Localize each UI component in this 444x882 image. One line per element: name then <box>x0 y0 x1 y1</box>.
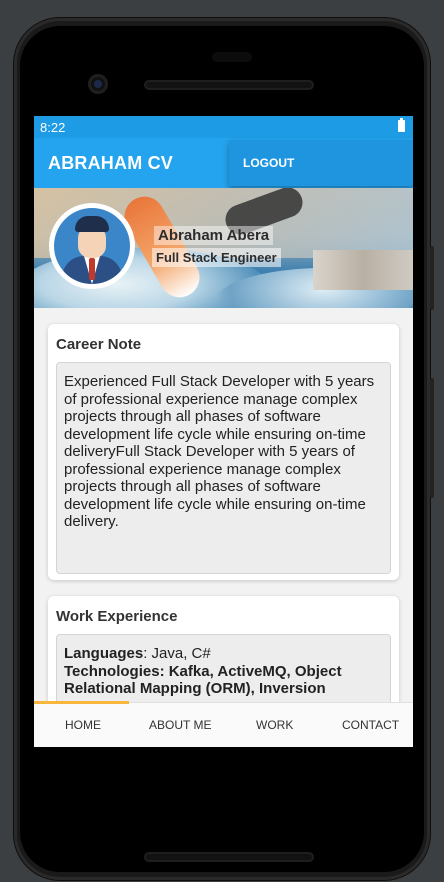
career-note-title: Career Note <box>56 336 142 353</box>
camera-icon <box>88 74 108 94</box>
status-time: 8:22 <box>40 120 66 135</box>
technologies-text: Technologies: Kafka, ActiveMQ, Object Re… <box>64 662 342 698</box>
status-bar: 8:22 <box>34 116 413 138</box>
app-title: ABRAHAM CV <box>48 153 173 173</box>
work-experience-title: Work Experience <box>56 608 178 625</box>
volume-button <box>430 378 434 498</box>
power-button <box>430 246 434 310</box>
header-buildings <box>313 250 413 290</box>
top-speaker <box>144 80 314 90</box>
languages-value: : Java, C# <box>143 645 211 662</box>
avatar <box>49 203 135 289</box>
career-note-text: Experienced Full Stack Developer with 5 … <box>56 362 391 574</box>
profile-role: Full Stack Engineer <box>152 248 281 267</box>
profile-name: Abraham Abera <box>154 226 274 245</box>
logout-label: LOGOUT <box>243 156 295 170</box>
earpiece <box>212 52 252 62</box>
bottom-navigation: HOME ABOUT ME WORK CONTACT <box>34 701 413 747</box>
nav-item-work[interactable]: WORK <box>256 718 293 732</box>
bottom-speaker <box>144 852 314 862</box>
languages-label: Languages <box>64 645 144 662</box>
nav-selected-indicator <box>34 701 129 704</box>
logout-button[interactable]: LOGOUT <box>229 140 413 186</box>
profile-header: Abraham Abera Full Stack Engineer <box>34 188 413 308</box>
career-note-card: Career Note Experienced Full Stack Devel… <box>48 324 399 580</box>
nav-item-home[interactable]: HOME <box>65 718 101 732</box>
app-bar: ABRAHAM CV LOGOUT <box>34 138 413 188</box>
scroll-content[interactable]: Career Note Experienced Full Stack Devel… <box>34 308 413 702</box>
app-screen: 8:22 ABRAHAM CV LOGOUT Abraham Abera Ful… <box>34 116 413 747</box>
nav-item-contact[interactable]: CONTACT <box>342 718 399 732</box>
nav-item-about-me[interactable]: ABOUT ME <box>149 718 211 732</box>
avatar-icon <box>54 208 130 284</box>
work-experience-text: Languages: Java, C# Technologies: Kafka,… <box>56 634 391 702</box>
battery-icon <box>398 118 405 132</box>
work-experience-card: Work Experience Languages: Java, C# Tech… <box>48 596 399 702</box>
